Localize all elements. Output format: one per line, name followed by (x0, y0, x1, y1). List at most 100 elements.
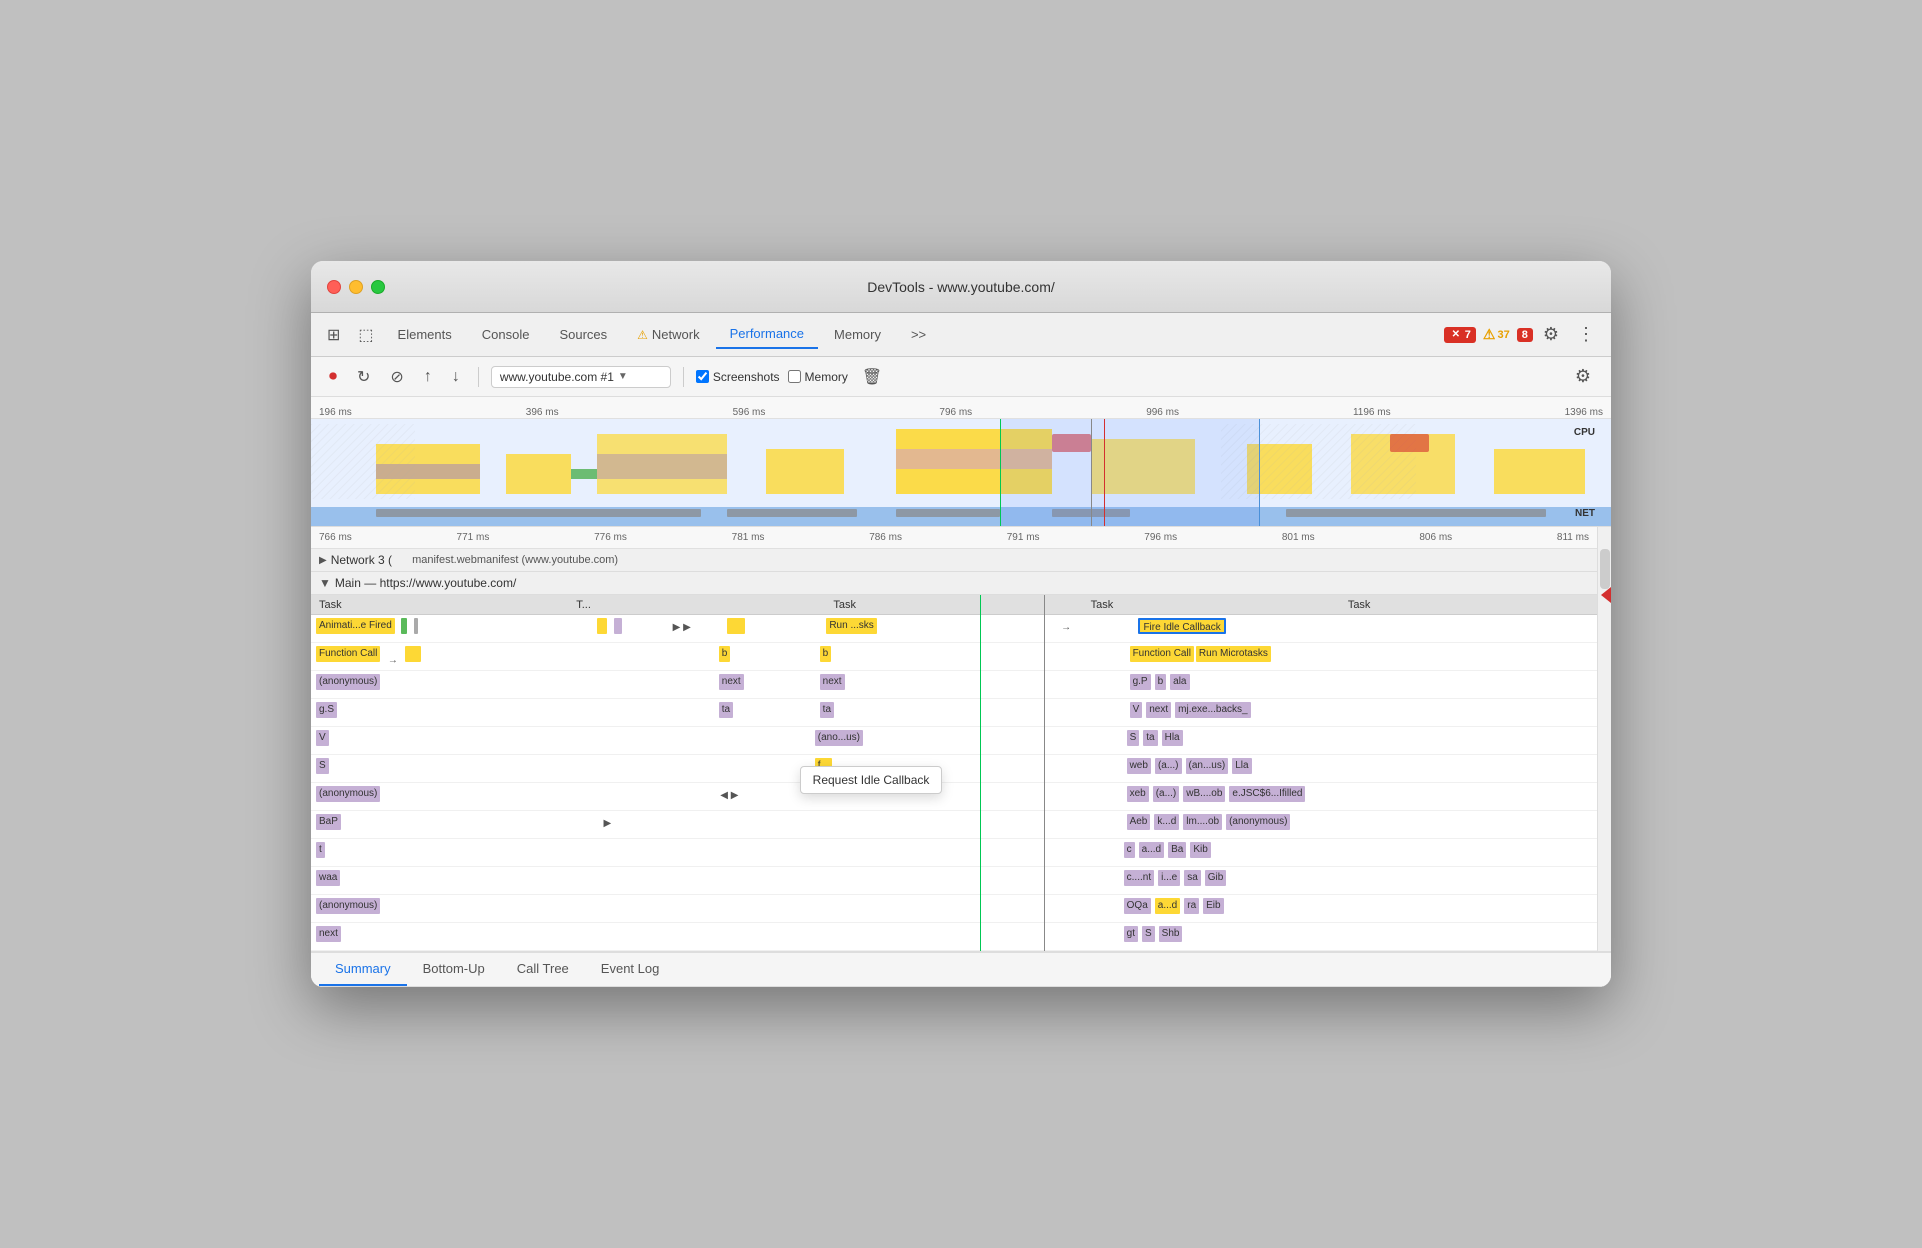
memory-checkbox[interactable] (788, 370, 801, 383)
s-block-left[interactable]: S (316, 758, 329, 774)
memory-checkbox-group[interactable]: Memory (788, 370, 848, 384)
shb-block[interactable]: Shb (1159, 926, 1183, 942)
yellow-small-1[interactable] (405, 646, 421, 662)
wb-block[interactable]: wB....ob (1183, 786, 1225, 802)
ta-block-2[interactable]: ta (820, 702, 834, 718)
ta-block-right[interactable]: ta (1143, 730, 1157, 746)
green-block[interactable] (401, 618, 407, 634)
network-track-header[interactable]: ▶ Network 3 ( manifest.webmanifest (www.… (311, 549, 1597, 572)
b-block-2[interactable]: b (820, 646, 832, 662)
ejsc-block[interactable]: e.JSC$6...Ifilled (1229, 786, 1305, 802)
gt-block[interactable]: gt (1124, 926, 1138, 942)
record-button[interactable]: ⏺ (323, 364, 343, 390)
a-block-2[interactable]: (a...) (1153, 786, 1180, 802)
waa-block[interactable]: waa (316, 870, 340, 886)
screenshots-checkbox[interactable] (696, 370, 709, 383)
s-block[interactable]: S (1127, 730, 1140, 746)
anon-block-3[interactable]: (anonymous) (316, 898, 380, 914)
warnings-badge[interactable]: ⚠ 37 (1478, 325, 1515, 344)
anim-block[interactable]: Animati...e Fired (316, 618, 395, 634)
f-block[interactable]: f... (815, 758, 832, 774)
close-button[interactable] (327, 280, 341, 294)
kib-block[interactable]: Kib (1190, 842, 1210, 858)
next-block-1[interactable]: next (719, 674, 744, 690)
screenshots-checkbox-group[interactable]: Screenshots (696, 370, 780, 384)
ala-block[interactable]: ala (1170, 674, 1189, 690)
timeline-minimap[interactable]: 196 ms 396 ms 596 ms 796 ms 996 ms 1196 … (311, 397, 1611, 527)
flame-content[interactable]: Task T... Task Task Task Animati...e Fir… (311, 595, 1597, 951)
selection-rect[interactable] (1000, 419, 1260, 527)
main-arrow[interactable]: ▼ (319, 576, 331, 590)
tab-bottom-up[interactable]: Bottom-Up (407, 953, 501, 986)
next-block-2[interactable]: next (820, 674, 845, 690)
scrollbar-thumb-v[interactable] (1600, 549, 1610, 589)
b-block-right[interactable]: b (1155, 674, 1167, 690)
tab-memory[interactable]: Memory (820, 321, 895, 348)
minimap-chart[interactable]: CPU NET (311, 419, 1611, 527)
sa-block[interactable]: sa (1184, 870, 1201, 886)
minimize-button[interactable] (349, 280, 363, 294)
maximize-button[interactable] (371, 280, 385, 294)
lm-block[interactable]: lm....ob (1183, 814, 1222, 830)
ra-block[interactable]: ra (1184, 898, 1199, 914)
fire-idle-callback-block[interactable]: Fire Idle Callback (1138, 618, 1225, 634)
tab-summary[interactable]: Summary (319, 953, 407, 986)
s-right-block[interactable]: S (1142, 926, 1155, 942)
v-block-left[interactable]: V (316, 730, 329, 746)
c-block[interactable]: c (1124, 842, 1135, 858)
yellow-block-s1[interactable] (597, 618, 607, 634)
oqa-block[interactable]: OQa (1124, 898, 1151, 914)
network-expand-arrow[interactable]: ▶ (319, 555, 327, 566)
gray-block[interactable] (414, 618, 418, 634)
perf-settings-icon[interactable]: ⚙ (1567, 362, 1599, 391)
mj-block[interactable]: mj.exe...backs_ (1175, 702, 1250, 718)
tab-call-tree[interactable]: Call Tree (501, 953, 585, 986)
tab-event-log[interactable]: Event Log (585, 953, 676, 986)
func-call-block[interactable]: Function Call (316, 646, 380, 662)
t-block[interactable]: t (316, 842, 325, 858)
anon-right[interactable]: (anonymous) (1226, 814, 1290, 830)
download-button[interactable]: ↓ (446, 364, 466, 390)
vertical-scrollbar[interactable] (1597, 527, 1611, 951)
capture-button[interactable]: 🗑 (856, 363, 888, 391)
xeb-block[interactable]: xeb (1127, 786, 1149, 802)
bap-block[interactable]: BaP (316, 814, 341, 830)
web-block[interactable]: web (1127, 758, 1151, 774)
purple-block-s1[interactable] (614, 618, 622, 634)
gib-block[interactable]: Gib (1205, 870, 1227, 886)
inspect-icon-button[interactable]: ⊞ (319, 319, 348, 351)
tab-network[interactable]: ⚠ Network (623, 321, 713, 348)
tab-sources[interactable]: Sources (545, 321, 621, 348)
tab-console[interactable]: Console (468, 321, 544, 348)
lla-block[interactable]: Lla (1232, 758, 1251, 774)
upload-button[interactable]: ↑ (418, 364, 438, 390)
ba-block[interactable]: Ba (1168, 842, 1186, 858)
eib-block[interactable]: Eib (1203, 898, 1223, 914)
a-block-1[interactable]: (a...) (1155, 758, 1182, 774)
ad-block-1[interactable]: a...d (1139, 842, 1164, 858)
run-sks-block[interactable]: Run ...sks (826, 618, 876, 634)
clear-button[interactable]: ⊘ (384, 363, 409, 391)
b-block-1[interactable]: b (719, 646, 731, 662)
reload-button[interactable]: ↻ (351, 363, 376, 391)
ie-block[interactable]: i...e (1158, 870, 1180, 886)
more-options-icon[interactable]: ⋮ (1569, 320, 1603, 349)
kd-block[interactable]: k...d (1154, 814, 1179, 830)
anon-block-2[interactable]: (anonymous) (316, 786, 380, 802)
device-icon-button[interactable]: ⬚ (350, 319, 381, 351)
gs-block[interactable]: g.S (316, 702, 337, 718)
tab-elements[interactable]: Elements (384, 321, 466, 348)
errors-badge[interactable]: ✕ 7 (1444, 327, 1476, 343)
an-us-block[interactable]: (an...us) (1186, 758, 1229, 774)
ad-block-2[interactable]: a...d (1155, 898, 1180, 914)
func-call-right[interactable]: Function Call (1130, 646, 1194, 662)
info-badge[interactable]: 8 (1517, 328, 1533, 342)
anon-block-1[interactable]: (anonymous) (316, 674, 380, 690)
yellow-block-s2[interactable] (727, 618, 745, 634)
cnt-block[interactable]: c....nt (1124, 870, 1154, 886)
aeb-block[interactable]: Aeb (1127, 814, 1151, 830)
ta-block-1[interactable]: ta (719, 702, 733, 718)
next-block-left[interactable]: next (316, 926, 341, 942)
gp-block[interactable]: g.P (1130, 674, 1151, 690)
ano-us-block[interactable]: (ano...us) (815, 730, 863, 746)
